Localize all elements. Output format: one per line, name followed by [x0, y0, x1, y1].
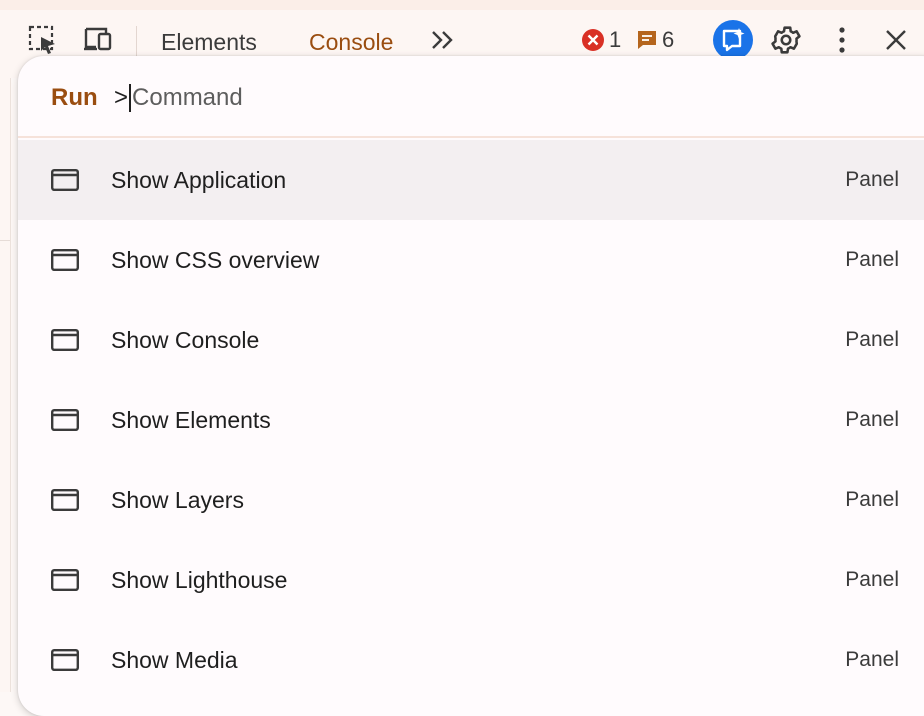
command-item-show-media[interactable]: Show Media Panel: [18, 620, 924, 700]
background-panel: [0, 78, 11, 692]
command-item-label: Show Media: [111, 646, 238, 673]
command-item-show-lighthouse[interactable]: Show Lighthouse Panel: [18, 540, 924, 620]
more-options-icon[interactable]: [824, 22, 860, 58]
message-count: 6: [662, 27, 675, 52]
command-item-category: Panel: [845, 568, 899, 591]
error-count: 1: [609, 27, 622, 52]
prompt-prefix: >: [114, 84, 129, 111]
panel-window-icon: [51, 489, 79, 511]
prompt-mode-label: Run: [51, 84, 98, 111]
command-item-label: Show Layers: [111, 486, 244, 513]
panel-window-icon: [51, 649, 79, 671]
panel-window-icon: [51, 409, 79, 431]
command-item-show-elements[interactable]: Show Elements Panel: [18, 380, 924, 460]
command-item-label: Show Console: [111, 326, 260, 353]
command-placeholder: Command: [132, 84, 243, 111]
more-tabs-icon[interactable]: [425, 22, 461, 58]
command-item-label: Show Elements: [111, 406, 271, 433]
command-item-show-application[interactable]: Show Application Panel: [18, 140, 924, 220]
command-menu: Run > Command Show Application Panel Sho…: [18, 56, 924, 716]
error-icon: [581, 28, 605, 52]
command-item-category: Panel: [845, 328, 899, 351]
command-item-category: Panel: [845, 408, 899, 431]
tab-console[interactable]: Console: [309, 28, 393, 56]
toolbar-separator: [136, 26, 137, 56]
command-item-show-console[interactable]: Show Console Panel: [18, 300, 924, 380]
panel-window-icon: [51, 249, 79, 271]
panel-window-icon: [51, 329, 79, 351]
close-icon[interactable]: [878, 22, 914, 58]
inspect-element-icon[interactable]: [25, 22, 61, 58]
command-item-category: Panel: [845, 648, 899, 671]
command-item-label: Show Application: [111, 166, 287, 193]
command-prompt[interactable]: Run > Command: [18, 56, 924, 138]
panel-window-icon: [51, 169, 79, 191]
command-item-category: Panel: [845, 168, 899, 191]
message-icon: [635, 28, 659, 52]
panel-divider: [0, 240, 10, 241]
command-item-label: Show Lighthouse: [111, 566, 288, 593]
error-counter[interactable]: 1: [581, 26, 621, 54]
command-item-category: Panel: [845, 488, 899, 511]
panel-window-icon: [51, 569, 79, 591]
message-counter[interactable]: 6: [635, 26, 674, 54]
command-item-category: Panel: [845, 248, 899, 271]
settings-icon[interactable]: [768, 22, 804, 58]
command-item-label: Show CSS overview: [111, 246, 320, 273]
tab-elements[interactable]: Elements: [161, 28, 257, 56]
ai-assistant-icon[interactable]: [713, 20, 753, 60]
text-caret: [129, 84, 132, 112]
command-list: Show Application Panel Show CSS overview…: [18, 140, 924, 700]
device-toolbar-icon[interactable]: [81, 22, 117, 58]
command-item-show-layers[interactable]: Show Layers Panel: [18, 460, 924, 540]
command-item-show-css-overview[interactable]: Show CSS overview Panel: [18, 220, 924, 300]
command-input[interactable]: > Command: [114, 84, 243, 112]
